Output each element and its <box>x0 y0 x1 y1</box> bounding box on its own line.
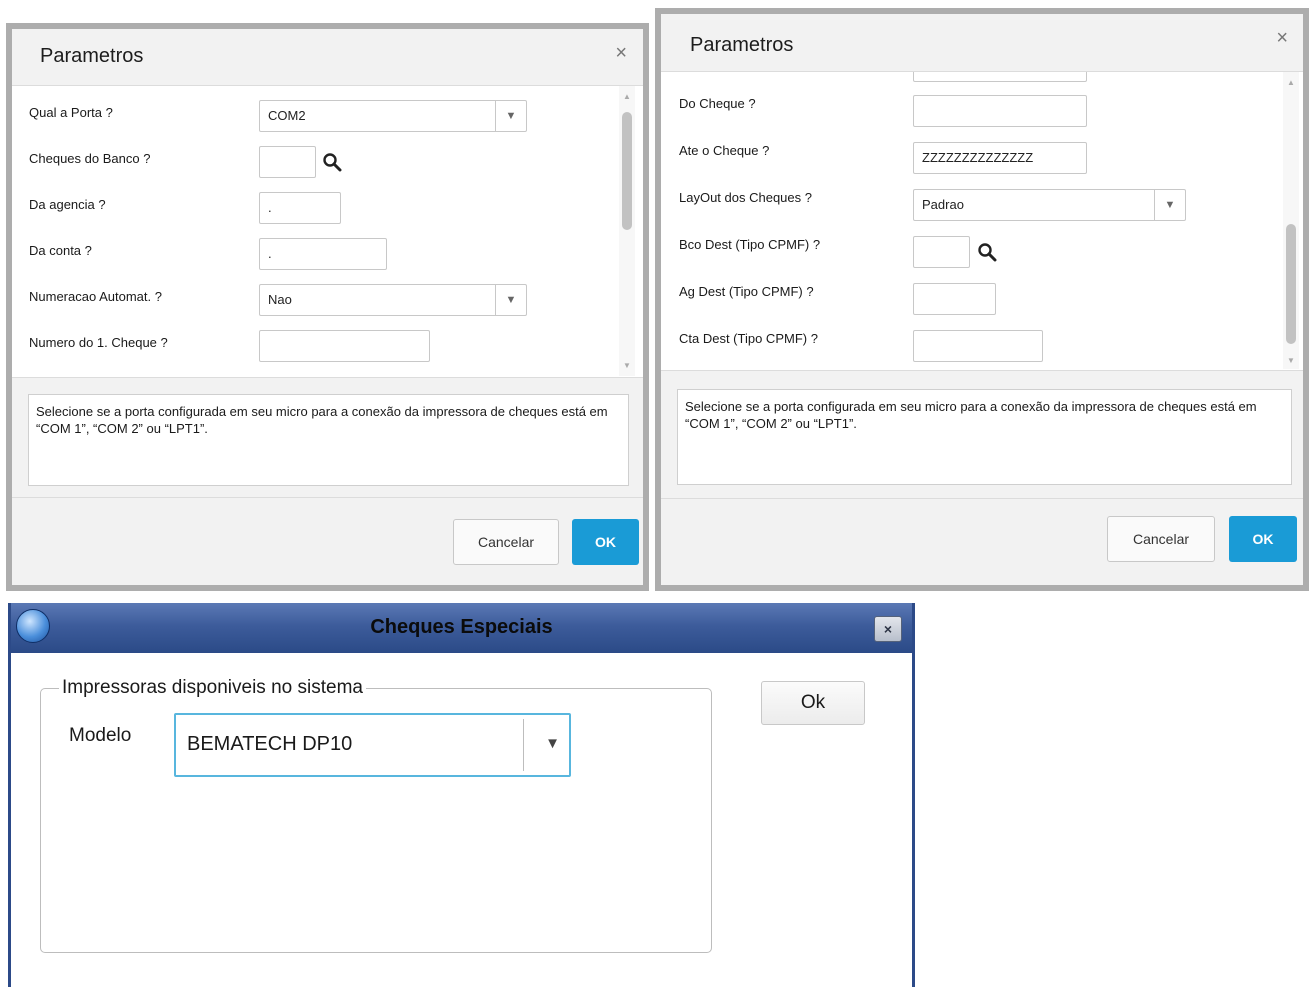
banco-input[interactable] <box>259 146 316 178</box>
bco-dest-label: Bco Dest (Tipo CPMF) ? <box>679 237 821 252</box>
cancel-button[interactable]: Cancelar <box>453 519 559 565</box>
agencia-label: Da agencia ? <box>29 197 106 212</box>
porta-label: Qual a Porta ? <box>29 105 113 120</box>
banco-label: Cheques do Banco ? <box>29 151 151 166</box>
layout-select-value: Padrao <box>922 197 964 212</box>
cta-dest-label: Cta Dest (Tipo CPMF) ? <box>679 331 818 346</box>
layout-select[interactable]: Padrao ▼ <box>913 189 1186 221</box>
scrollbar-thumb[interactable] <box>622 112 632 230</box>
window-title-bar: Cheques Especiais × <box>11 603 912 653</box>
conta-input[interactable]: . <box>259 238 387 270</box>
chevron-down-icon[interactable]: ▼ <box>545 735 560 752</box>
search-icon[interactable] <box>322 152 342 172</box>
dialog-title: Parametros <box>40 45 144 67</box>
button-bar: Cancelar OK <box>12 497 643 585</box>
close-icon[interactable]: × <box>1276 28 1288 48</box>
chevron-down-icon[interactable]: ▼ <box>495 101 526 131</box>
numeracao-select[interactable]: Nao ▼ <box>259 284 527 316</box>
groupbox-legend: Impressoras disponiveis no sistema <box>59 677 366 699</box>
close-icon[interactable]: × <box>874 616 902 642</box>
ag-dest-label: Ag Dest (Tipo CPMF) ? <box>679 284 814 299</box>
ate-cheque-input[interactable]: ZZZZZZZZZZZZZZ <box>913 142 1087 174</box>
modelo-label: Modelo <box>69 725 132 746</box>
modelo-select[interactable]: BEMATECH DP10 ▼ <box>174 713 571 777</box>
do-cheque-label: Do Cheque ? <box>679 96 756 111</box>
ok-button[interactable]: OK <box>1229 516 1297 562</box>
ate-cheque-label: Ate o Cheque ? <box>679 143 770 158</box>
cta-dest-input[interactable] <box>913 330 1043 362</box>
agencia-input[interactable]: . <box>259 192 341 224</box>
button-bar: Cancelar OK <box>661 498 1303 585</box>
window-title: Cheques Especiais <box>370 616 553 638</box>
ag-dest-input[interactable] <box>913 283 996 315</box>
search-icon[interactable] <box>977 242 997 262</box>
numero-label: Numero do 1. Cheque ? <box>29 335 168 350</box>
partial-input[interactable] <box>913 72 1087 82</box>
help-area: Selecione se a porta configurada em seu … <box>661 370 1303 499</box>
help-area: Selecione se a porta configurada em seu … <box>12 377 643 498</box>
help-text: Selecione se a porta configurada em seu … <box>677 389 1292 485</box>
form-scrollbar[interactable]: ▲ ▼ <box>1283 72 1299 369</box>
form-scrollbar[interactable]: ▲ ▼ <box>619 86 635 376</box>
chevron-down-icon[interactable]: ▼ <box>495 285 526 315</box>
numero-input[interactable] <box>259 330 430 362</box>
close-icon[interactable]: × <box>615 43 627 63</box>
porta-select[interactable]: COM2 ▼ <box>259 100 527 132</box>
parametros-dialog-2: Parametros × Do Cheque ? Ate o Cheque ? … <box>655 8 1309 591</box>
dialog-title-bar: Parametros × <box>661 14 1303 72</box>
cheques-especiais-window: Cheques Especiais × Impressoras disponiv… <box>8 603 915 987</box>
scroll-up-icon[interactable]: ▲ <box>1283 78 1299 87</box>
scroll-down-icon[interactable]: ▼ <box>1283 356 1299 365</box>
ok-button[interactable]: Ok <box>761 681 865 725</box>
layout-label: LayOut dos Cheques ? <box>679 190 812 205</box>
scroll-up-icon[interactable]: ▲ <box>619 92 635 101</box>
parameters-form: Do Cheque ? Ate o Cheque ? ZZZZZZZZZZZZZ… <box>661 72 1303 369</box>
bco-dest-input[interactable] <box>913 236 970 268</box>
numeracao-select-value: Nao <box>268 292 292 307</box>
numeracao-label: Numeracao Automat. ? <box>29 289 162 304</box>
chevron-down-icon[interactable]: ▼ <box>1154 190 1185 220</box>
conta-label: Da conta ? <box>29 243 92 258</box>
scrollbar-thumb[interactable] <box>1286 224 1296 344</box>
modelo-select-value: BEMATECH DP10 <box>187 733 353 755</box>
cancel-button[interactable]: Cancelar <box>1107 516 1215 562</box>
ok-button[interactable]: OK <box>572 519 639 565</box>
scroll-down-icon[interactable]: ▼ <box>619 361 635 370</box>
select-divider <box>523 719 524 771</box>
dialog-title-bar: Parametros × <box>12 29 643 86</box>
parameters-form: Qual a Porta ? COM2 ▼ Cheques do Banco ?… <box>12 86 643 376</box>
do-cheque-input[interactable] <box>913 95 1087 127</box>
dialog-title: Parametros <box>690 34 794 56</box>
parametros-dialog-1: Parametros × Qual a Porta ? COM2 ▼ Chequ… <box>6 23 649 591</box>
porta-select-value: COM2 <box>268 108 306 123</box>
help-text: Selecione se a porta configurada em seu … <box>28 394 629 486</box>
